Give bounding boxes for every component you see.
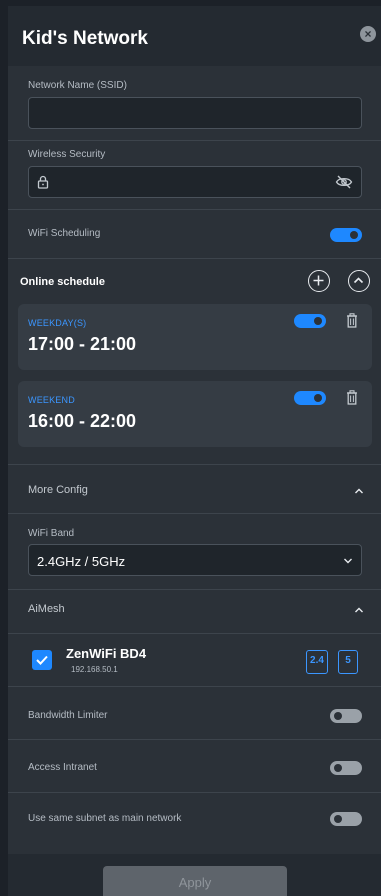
page-title: Kid's Network [22, 28, 148, 49]
divider [8, 513, 381, 514]
kids-network-panel: Kid's Network × Network Name (SSID) Wire… [8, 6, 381, 896]
aimesh-node-ip: 192.168.50.1 [71, 665, 118, 674]
toggle-knob [314, 317, 322, 325]
toggle-knob [314, 394, 322, 402]
chevron-down-icon [344, 558, 352, 564]
toggle-knob [334, 815, 342, 823]
toggle-knob [350, 231, 358, 239]
schedule-card-weekdays[interactable]: WEEKDAY(S) 17:00 - 21:00 [18, 304, 372, 370]
wifi-band-value: 2.4GHz / 5GHz [37, 554, 126, 569]
panel-footer: Apply [8, 854, 381, 896]
plus-icon [313, 275, 324, 286]
add-schedule-button[interactable] [308, 270, 330, 292]
schedule-day-label: WEEKDAY(S) [28, 318, 87, 328]
divider [8, 633, 381, 634]
trash-icon[interactable] [346, 313, 358, 328]
collapse-schedule-button[interactable] [348, 270, 370, 292]
aimesh-title: AiMesh [28, 603, 65, 615]
chevron-up-icon [353, 277, 364, 284]
divider [8, 209, 381, 210]
schedule-time: 17:00 - 21:00 [28, 334, 137, 354]
aimesh-node-checkbox[interactable] [32, 650, 52, 670]
divider [8, 739, 381, 740]
chevron-up-icon[interactable] [354, 605, 364, 615]
band-5g-icon: 5 [338, 650, 358, 674]
ssid-label: Network Name (SSID) [28, 80, 127, 91]
close-icon[interactable]: × [360, 26, 376, 42]
aimesh-node-name: ZenWiFi BD4 [66, 646, 147, 661]
divider [8, 140, 381, 141]
ssid-input[interactable] [28, 97, 362, 129]
eye-off-icon[interactable] [335, 175, 353, 189]
more-config-title: More Config [28, 484, 88, 496]
lock-icon [37, 175, 49, 189]
divider [8, 686, 381, 687]
bandwidth-limiter-toggle[interactable] [330, 709, 362, 723]
access-intranet-toggle[interactable] [330, 761, 362, 775]
same-subnet-label: Use same subnet as main network [28, 813, 182, 824]
band-2g-icon: 2.4 [306, 650, 328, 674]
schedule-card-weekend[interactable]: WEEKEND 16:00 - 22:00 [18, 381, 372, 447]
divider [8, 464, 381, 465]
password-input[interactable] [28, 166, 362, 198]
same-subnet-toggle[interactable] [330, 812, 362, 826]
wifi-band-select[interactable]: 2.4GHz / 5GHz [28, 544, 362, 576]
schedule-day-label: WEEKEND [28, 395, 75, 405]
security-label: Wireless Security [28, 149, 106, 160]
panel-header: Kid's Network × [8, 6, 381, 66]
divider [8, 792, 381, 793]
apply-button[interactable]: Apply [103, 866, 287, 896]
wifi-scheduling-toggle[interactable] [330, 228, 362, 242]
toggle-knob [334, 764, 342, 772]
wifi-band-label: WiFi Band [28, 528, 75, 539]
toggle-knob [334, 712, 342, 720]
schedule-time: 16:00 - 22:00 [28, 411, 137, 431]
bandwidth-limiter-label: Bandwidth Limiter [28, 710, 108, 721]
trash-icon[interactable] [346, 390, 358, 405]
access-intranet-label: Access Intranet [28, 762, 97, 773]
schedule-toggle[interactable] [294, 314, 326, 328]
chevron-up-icon[interactable] [354, 486, 364, 496]
check-icon [36, 655, 48, 665]
divider [8, 258, 381, 259]
online-schedule-title: Online schedule [20, 276, 105, 288]
wifi-scheduling-label: WiFi Scheduling [28, 228, 101, 239]
schedule-toggle[interactable] [294, 391, 326, 405]
divider [8, 589, 381, 590]
